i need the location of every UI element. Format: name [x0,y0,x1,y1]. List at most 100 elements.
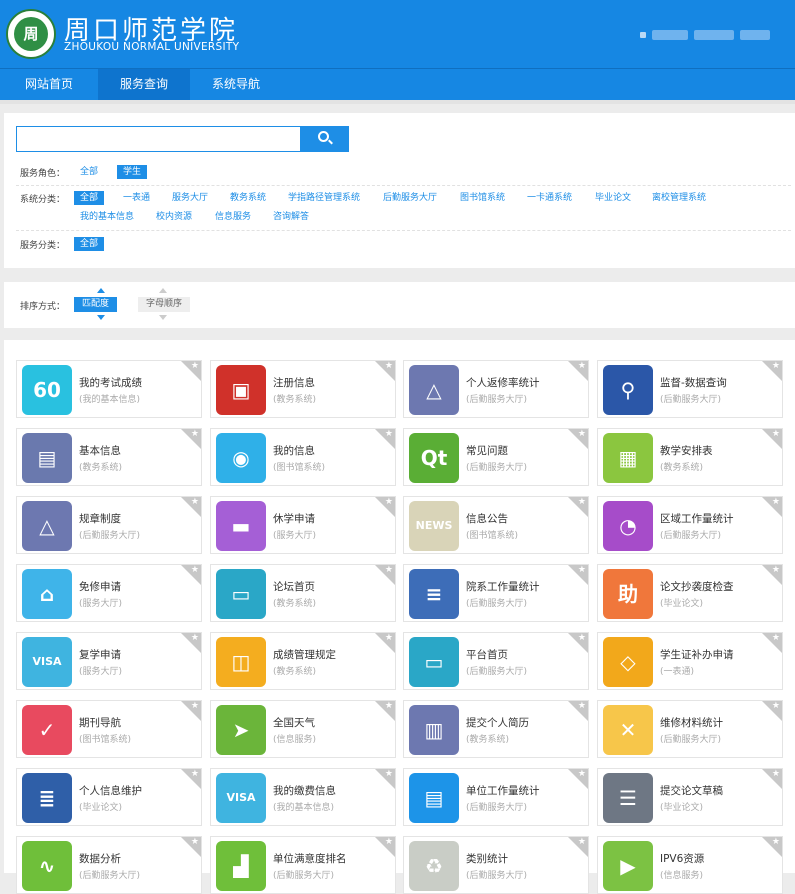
system-item[interactable]: 我的基本信息 [80,210,134,224]
star-icon[interactable]: ★ [772,837,780,848]
system-all[interactable]: 全部 [74,191,105,205]
star-icon[interactable]: ★ [385,497,393,508]
star-icon[interactable]: ★ [191,429,199,440]
university-logo[interactable]: 周 [6,9,56,59]
search-button[interactable] [301,126,349,152]
star-icon[interactable]: ★ [578,429,586,440]
service-tile[interactable]: ▭ 平台首页 (后勤服务大厅) ★ [403,632,589,690]
sort-alphabetical[interactable]: 字母顺序 [138,297,191,312]
service-tile[interactable]: ♻ 类别统计 (后勤服务大厅) ★ [403,836,589,894]
service-tile[interactable]: ▶ IPV6资源 (信息服务) ★ [597,836,783,894]
star-icon[interactable]: ★ [191,633,199,644]
service-tile[interactable]: VISA 我的缴费信息 (我的基本信息) ★ [210,768,396,826]
service-tile[interactable]: Qt 常见问题 (后勤服务大厅) ★ [403,428,589,486]
system-item[interactable]: 后勤服务大厅 [383,191,437,205]
service-tile[interactable]: ➤ 全国天气 (信息服务) ★ [210,700,396,758]
search-input[interactable] [16,126,301,152]
warning-triangle-icon: △ [22,501,72,551]
system-item[interactable]: 图书馆系统 [460,191,505,205]
sort-up-icon[interactable] [159,288,167,293]
star-icon[interactable]: ★ [191,497,199,508]
star-icon[interactable]: ★ [772,429,780,440]
service-tile[interactable]: ▤ 基本信息 (教务系统) ★ [16,428,202,486]
role-all[interactable]: 全部 [80,165,98,179]
service-tile[interactable]: ◫ 成绩管理规定 (教务系统) ★ [210,632,396,690]
service-tile[interactable]: △ 个人返修率统计 (后勤服务大厅) ★ [403,360,589,418]
service-tile[interactable]: ▣ 注册信息 (教务系统) ★ [210,360,396,418]
star-icon[interactable]: ★ [385,701,393,712]
star-icon[interactable]: ★ [385,837,393,848]
star-icon[interactable]: ★ [772,633,780,644]
main-nav: 网站首页 服务查询 系统导航 [0,68,795,100]
sort-down-icon[interactable] [97,315,105,320]
sort-up-icon[interactable] [97,288,105,293]
nav-item-system-nav[interactable]: 系统导航 [190,69,282,100]
star-icon[interactable]: ★ [578,701,586,712]
system-item[interactable]: 教务系统 [230,191,266,205]
service-system: (后勤服务大厅) [466,803,528,813]
service-tile[interactable]: ◔ 区域工作量统计 (后勤服务大厅) ★ [597,496,783,554]
service-tile[interactable]: ≡ 院系工作量统计 (后勤服务大厅) ★ [403,564,589,622]
system-item[interactable]: 信息服务 [215,210,251,224]
service-tile[interactable]: ◇ 学生证补办申请 (一表通) ★ [597,632,783,690]
service-tile[interactable]: NEWS 信息公告 (图书馆系统) ★ [403,496,589,554]
system-item[interactable]: 咨询解答 [273,210,309,224]
star-icon[interactable]: ★ [191,769,199,780]
star-icon[interactable]: ★ [578,497,586,508]
service-tile[interactable]: △ 规章制度 (后勤服务大厅) ★ [16,496,202,554]
service-icon-glyph: ≡ [425,582,443,606]
sort-down-icon[interactable] [159,315,167,320]
service-tile[interactable]: ✕ 维修材料统计 (后勤服务大厅) ★ [597,700,783,758]
service-tile[interactable]: ∿ 数据分析 (后勤服务大厅) ★ [16,836,202,894]
star-icon[interactable]: ★ [385,769,393,780]
service-tile[interactable]: ◉ 我的信息 (图书馆系统) ★ [210,428,396,486]
service-tile[interactable]: ⌂ 免修申请 (服务大厅) ★ [16,564,202,622]
system-item[interactable]: 毕业论文 [595,191,631,205]
category-all[interactable]: 全部 [74,237,105,251]
service-system: (后勤服务大厅) [466,667,528,677]
star-icon[interactable]: ★ [578,837,586,848]
star-icon[interactable]: ★ [385,361,393,372]
star-icon[interactable]: ★ [772,769,780,780]
service-tile[interactable]: ▬ 休学申请 (服务大厅) ★ [210,496,396,554]
service-tile[interactable]: 助 论文抄袭度检查 (毕业论文) ★ [597,564,783,622]
star-icon[interactable]: ★ [772,565,780,576]
system-item[interactable]: 一卡通系统 [527,191,572,205]
service-tile[interactable]: ▟ 单位满意度排名 (后勤服务大厅) ★ [210,836,396,894]
star-icon[interactable]: ★ [578,361,586,372]
star-icon[interactable]: ★ [191,565,199,576]
service-tile[interactable]: ▤ 单位工作量统计 (后勤服务大厅) ★ [403,768,589,826]
system-item[interactable]: 离校管理系统 [652,191,706,205]
star-icon[interactable]: ★ [578,633,586,644]
star-icon[interactable]: ★ [772,701,780,712]
star-icon[interactable]: ★ [772,497,780,508]
system-item[interactable]: 校内资源 [156,210,192,224]
sort-by-relevance[interactable]: 匹配度 [74,297,118,312]
service-tile[interactable]: ▭ 论坛首页 (教务系统) ★ [210,564,396,622]
nav-item-home[interactable]: 网站首页 [0,69,98,100]
service-tile[interactable]: VISA 复学申请 (服务大厅) ★ [16,632,202,690]
service-tile[interactable]: ≣ 个人信息维护 (毕业论文) ★ [16,768,202,826]
star-icon[interactable]: ★ [772,361,780,372]
star-icon[interactable]: ★ [385,633,393,644]
system-item[interactable]: 学指路径管理系统 [288,191,360,205]
role-student[interactable]: 学生 [117,165,148,179]
star-icon[interactable]: ★ [191,701,199,712]
star-icon[interactable]: ★ [191,361,199,372]
star-icon[interactable]: ★ [191,837,199,848]
service-system: (图书馆系统) [273,463,326,473]
system-item[interactable]: 服务大厅 [172,191,208,205]
service-tile[interactable]: ▦ 教学安排表 (教务系统) ★ [597,428,783,486]
star-icon[interactable]: ★ [385,565,393,576]
service-tile[interactable]: ▥ 提交个人简历 (教务系统) ★ [403,700,589,758]
service-name: 我的缴费信息 [273,785,336,797]
service-tile[interactable]: ☰ 提交论文草稿 (毕业论文) ★ [597,768,783,826]
star-icon[interactable]: ★ [385,429,393,440]
system-item[interactable]: 一表通 [123,191,150,205]
star-icon[interactable]: ★ [578,769,586,780]
star-icon[interactable]: ★ [578,565,586,576]
service-tile[interactable]: ✓ 期刊导航 (图书馆系统) ★ [16,700,202,758]
service-tile[interactable]: 60 我的考试成绩 (我的基本信息) ★ [16,360,202,418]
service-tile[interactable]: ⚲ 监督-数据查询 (后勤服务大厅) ★ [597,360,783,418]
nav-item-service-query[interactable]: 服务查询 [98,69,190,100]
